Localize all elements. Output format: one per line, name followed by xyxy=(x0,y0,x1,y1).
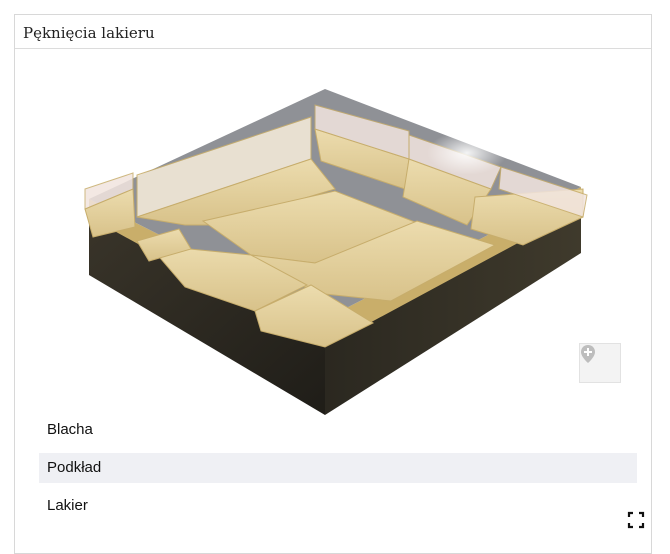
3d-model-viewer[interactable] xyxy=(15,49,651,429)
panel-header: Pęknięcia lakieru xyxy=(15,15,651,49)
fullscreen-icon xyxy=(627,511,645,533)
layer-item-blacha[interactable]: Blacha xyxy=(39,415,637,445)
paint-crack-model[interactable] xyxy=(15,49,651,429)
fullscreen-button[interactable] xyxy=(627,511,645,529)
layer-item-podklad[interactable]: Podkład xyxy=(39,453,637,483)
crack-viewer-panel: Pęknięcia lakieru Blacha Podkład Lakier xyxy=(14,14,652,554)
add-pin-button[interactable] xyxy=(579,343,621,383)
layer-item-lakier[interactable]: Lakier xyxy=(39,491,637,521)
layer-list: Blacha Podkład Lakier xyxy=(39,415,637,529)
light-highlight xyxy=(427,131,507,175)
panel-title: Pęknięcia lakieru xyxy=(23,24,155,42)
